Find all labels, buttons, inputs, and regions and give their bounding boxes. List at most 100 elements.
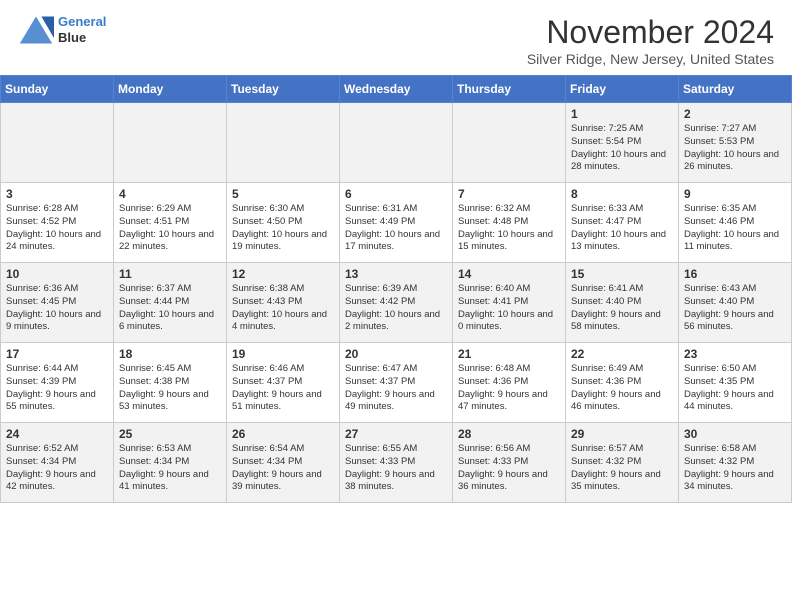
weekday-header: Tuesday	[227, 76, 340, 103]
calendar-cell: 4 Sunrise: 6:29 AM Sunset: 4:51 PM Daylig…	[114, 183, 227, 263]
day-info: Sunrise: 6:29 AM Sunset: 4:51 PM Dayligh…	[119, 203, 221, 254]
calendar-cell: 10 Sunrise: 6:36 AM Sunset: 4:45 PM Dayli…	[1, 263, 114, 343]
calendar-week-row: 3 Sunrise: 6:28 AM Sunset: 4:52 PM Daylig…	[1, 183, 792, 263]
calendar-body: 1 Sunrise: 7:25 AM Sunset: 5:54 PM Daylig…	[1, 103, 792, 503]
title-block: November 2024 Silver Ridge, New Jersey, …	[527, 14, 774, 67]
day-number: 10	[6, 267, 108, 281]
day-number: 16	[684, 267, 786, 281]
day-number: 28	[458, 427, 560, 441]
day-number: 19	[232, 347, 334, 361]
calendar-cell	[453, 103, 566, 183]
day-info: Sunrise: 6:30 AM Sunset: 4:50 PM Dayligh…	[232, 203, 334, 254]
day-number: 6	[345, 187, 447, 201]
day-info: Sunrise: 6:44 AM Sunset: 4:39 PM Dayligh…	[6, 363, 108, 414]
day-number: 7	[458, 187, 560, 201]
calendar-cell: 1 Sunrise: 7:25 AM Sunset: 5:54 PM Daylig…	[566, 103, 679, 183]
weekday-header: Saturday	[679, 76, 792, 103]
day-number: 29	[571, 427, 673, 441]
day-info: Sunrise: 6:52 AM Sunset: 4:34 PM Dayligh…	[6, 443, 108, 494]
day-number: 23	[684, 347, 786, 361]
calendar-cell: 9 Sunrise: 6:35 AM Sunset: 4:46 PM Daylig…	[679, 183, 792, 263]
calendar-cell: 2 Sunrise: 7:27 AM Sunset: 5:53 PM Daylig…	[679, 103, 792, 183]
day-number: 12	[232, 267, 334, 281]
calendar-cell	[340, 103, 453, 183]
day-number: 8	[571, 187, 673, 201]
calendar-cell: 8Sunrise: 6:33 AM Sunset: 4:47 PM Daylig…	[566, 183, 679, 263]
calendar-cell: 20Sunrise: 6:47 AM Sunset: 4:37 PM Dayli…	[340, 343, 453, 423]
calendar-cell: 13 Sunrise: 6:39 AM Sunset: 4:42 PM Dayli…	[340, 263, 453, 343]
weekday-header: Monday	[114, 76, 227, 103]
day-info: Sunrise: 6:43 AM Sunset: 4:40 PM Dayligh…	[684, 283, 786, 334]
day-info: Sunrise: 6:58 AM Sunset: 4:32 PM Dayligh…	[684, 443, 786, 494]
calendar-cell	[114, 103, 227, 183]
day-info: Sunrise: 7:25 AM Sunset: 5:54 PM Dayligh…	[571, 123, 673, 174]
calendar-cell: 27Sunrise: 6:55 AM Sunset: 4:33 PM Dayli…	[340, 423, 453, 503]
day-info: Sunrise: 6:54 AM Sunset: 4:34 PM Dayligh…	[232, 443, 334, 494]
month-title: November 2024	[527, 14, 774, 51]
calendar-cell	[227, 103, 340, 183]
day-number: 26	[232, 427, 334, 441]
day-info: Sunrise: 6:36 AM Sunset: 4:45 PM Dayligh…	[6, 283, 108, 334]
day-number: 27	[345, 427, 447, 441]
calendar-cell: 29 Sunrise: 6:57 AM Sunset: 4:32 PM Dayli…	[566, 423, 679, 503]
calendar-header-row: SundayMondayTuesdayWednesdayThursdayFrid…	[1, 76, 792, 103]
day-info: Sunrise: 6:53 AM Sunset: 4:34 PM Dayligh…	[119, 443, 221, 494]
weekday-header: Friday	[566, 76, 679, 103]
day-info: Sunrise: 6:28 AM Sunset: 4:52 PM Dayligh…	[6, 203, 108, 254]
calendar-week-row: 17Sunrise: 6:44 AM Sunset: 4:39 PM Dayli…	[1, 343, 792, 423]
logo-icon	[18, 14, 54, 46]
calendar-week-row: 1 Sunrise: 7:25 AM Sunset: 5:54 PM Daylig…	[1, 103, 792, 183]
calendar-cell: 7 Sunrise: 6:32 AM Sunset: 4:48 PM Daylig…	[453, 183, 566, 263]
calendar-cell: 21 Sunrise: 6:48 AM Sunset: 4:36 PM Dayli…	[453, 343, 566, 423]
day-number: 5	[232, 187, 334, 201]
day-number: 4	[119, 187, 221, 201]
calendar-cell: 24 Sunrise: 6:52 AM Sunset: 4:34 PM Dayli…	[1, 423, 114, 503]
calendar-cell: 5 Sunrise: 6:30 AM Sunset: 4:50 PM Daylig…	[227, 183, 340, 263]
day-info: Sunrise: 7:27 AM Sunset: 5:53 PM Dayligh…	[684, 123, 786, 174]
day-number: 14	[458, 267, 560, 281]
day-number: 3	[6, 187, 108, 201]
location-title: Silver Ridge, New Jersey, United States	[527, 51, 774, 67]
day-number: 22	[571, 347, 673, 361]
calendar-cell: 15 Sunrise: 6:41 AM Sunset: 4:40 PM Dayli…	[566, 263, 679, 343]
calendar-cell: 22Sunrise: 6:49 AM Sunset: 4:36 PM Dayli…	[566, 343, 679, 423]
weekday-header: Sunday	[1, 76, 114, 103]
day-number: 9	[684, 187, 786, 201]
day-info: Sunrise: 6:48 AM Sunset: 4:36 PM Dayligh…	[458, 363, 560, 414]
calendar-cell: 26 Sunrise: 6:54 AM Sunset: 4:34 PM Dayli…	[227, 423, 340, 503]
day-number: 20	[345, 347, 447, 361]
weekday-header: Thursday	[453, 76, 566, 103]
day-info: Sunrise: 6:41 AM Sunset: 4:40 PM Dayligh…	[571, 283, 673, 334]
calendar-cell: 12 Sunrise: 6:38 AM Sunset: 4:43 PM Dayli…	[227, 263, 340, 343]
day-info: Sunrise: 6:39 AM Sunset: 4:42 PM Dayligh…	[345, 283, 447, 334]
calendar-cell: 25Sunrise: 6:53 AM Sunset: 4:34 PM Dayli…	[114, 423, 227, 503]
weekday-header: Wednesday	[340, 76, 453, 103]
day-number: 1	[571, 107, 673, 121]
day-number: 30	[684, 427, 786, 441]
day-info: Sunrise: 6:37 AM Sunset: 4:44 PM Dayligh…	[119, 283, 221, 334]
calendar-table: SundayMondayTuesdayWednesdayThursdayFrid…	[0, 75, 792, 503]
calendar-cell	[1, 103, 114, 183]
calendar-cell: 19 Sunrise: 6:46 AM Sunset: 4:37 PM Dayli…	[227, 343, 340, 423]
day-info: Sunrise: 6:46 AM Sunset: 4:37 PM Dayligh…	[232, 363, 334, 414]
day-info: Sunrise: 6:40 AM Sunset: 4:41 PM Dayligh…	[458, 283, 560, 334]
day-info: Sunrise: 6:50 AM Sunset: 4:35 PM Dayligh…	[684, 363, 786, 414]
calendar-cell: 3 Sunrise: 6:28 AM Sunset: 4:52 PM Daylig…	[1, 183, 114, 263]
calendar-cell: 16 Sunrise: 6:43 AM Sunset: 4:40 PM Dayli…	[679, 263, 792, 343]
day-info: Sunrise: 6:45 AM Sunset: 4:38 PM Dayligh…	[119, 363, 221, 414]
day-number: 21	[458, 347, 560, 361]
day-info: Sunrise: 6:35 AM Sunset: 4:46 PM Dayligh…	[684, 203, 786, 254]
day-info: Sunrise: 6:57 AM Sunset: 4:32 PM Dayligh…	[571, 443, 673, 494]
logo-text: General Blue	[58, 14, 106, 45]
day-number: 15	[571, 267, 673, 281]
day-info: Sunrise: 6:32 AM Sunset: 4:48 PM Dayligh…	[458, 203, 560, 254]
day-info: Sunrise: 6:38 AM Sunset: 4:43 PM Dayligh…	[232, 283, 334, 334]
day-number: 2	[684, 107, 786, 121]
day-number: 24	[6, 427, 108, 441]
calendar-cell: 23 Sunrise: 6:50 AM Sunset: 4:35 PM Dayli…	[679, 343, 792, 423]
day-number: 13	[345, 267, 447, 281]
calendar-cell: 11Sunrise: 6:37 AM Sunset: 4:44 PM Dayli…	[114, 263, 227, 343]
day-number: 18	[119, 347, 221, 361]
calendar-week-row: 10 Sunrise: 6:36 AM Sunset: 4:45 PM Dayli…	[1, 263, 792, 343]
calendar-cell: 14 Sunrise: 6:40 AM Sunset: 4:41 PM Dayli…	[453, 263, 566, 343]
